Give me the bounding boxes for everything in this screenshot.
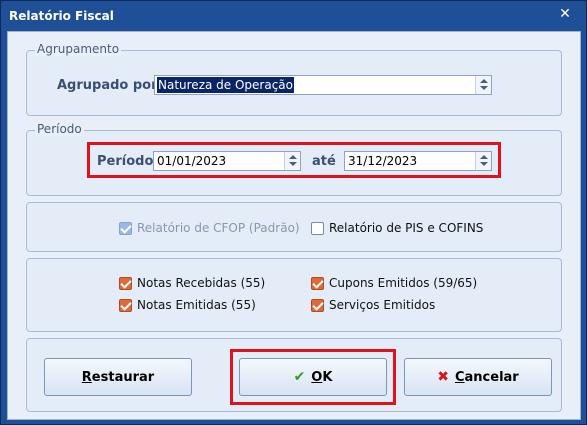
ok-highlight-box <box>230 349 396 405</box>
agrupado-por-label: Agrupado por <box>57 78 158 93</box>
pis-cofins-checkbox[interactable]: Relatório de PIS e COFINS <box>311 221 483 235</box>
agrupado-por-select[interactable]: Natureza de Operação <box>154 75 492 95</box>
spin-down-icon <box>480 86 488 90</box>
cancelar-button[interactable]: ✖ Cancelar <box>404 358 552 396</box>
dialog-body: Agrupamento Agrupado por Natureza de Ope… <box>7 31 581 420</box>
report-window: Relatório Fiscal ✕ Agrupamento Agrupado … <box>0 0 587 425</box>
cfop-checkbox: Relatório de CFOP (Padrão) <box>119 221 300 235</box>
agrupado-por-value: Natureza de Operação <box>157 77 294 93</box>
title-bar: Relatório Fiscal ✕ <box>1 1 586 31</box>
agrupado-por-spinner[interactable] <box>475 76 491 94</box>
restaurar-button[interactable]: Restaurar <box>44 358 192 396</box>
pis-cofins-checkbox-box[interactable] <box>311 221 324 235</box>
restaurar-label: estaurar <box>91 369 155 385</box>
agrupamento-group-label: Agrupamento <box>35 42 122 56</box>
periodo-group-label: Período <box>35 122 84 136</box>
window-title: Relatório Fiscal <box>9 9 114 23</box>
tipo-relatorio-group: Relatório de CFOP (Padrão) Relatório de … <box>26 202 562 252</box>
notas-emitidas-checkbox[interactable]: Notas Emitidas (55) <box>119 298 256 312</box>
cancelar-label: ancelar <box>464 369 519 385</box>
servicos-emitidos-checkbox[interactable]: Serviços Emitidos <box>311 298 435 312</box>
notas-recebidas-checkbox[interactable]: Notas Recebidas (55) <box>119 276 265 290</box>
notas-group: Notas Recebidas (55) Notas Emitidas (55)… <box>26 258 562 332</box>
servicos-emitidos-checkbox-box[interactable] <box>311 298 324 312</box>
notas-recebidas-checkbox-box[interactable] <box>119 276 132 290</box>
cupons-emitidos-checkbox-box[interactable] <box>311 276 324 290</box>
restaurar-mnemonic: R <box>81 369 92 385</box>
close-icon: ✕ <box>559 6 571 22</box>
notas-emitidas-label: Notas Emitidas (55) <box>137 298 256 312</box>
cfop-checkbox-box <box>119 221 132 235</box>
spin-up-icon <box>480 79 488 83</box>
cancelar-mnemonic: C <box>454 369 465 385</box>
periodo-group: Período Período 01/01/2023 até 31/12/202… <box>26 122 562 196</box>
x-icon: ✖ <box>437 369 449 385</box>
servicos-emitidos-label: Serviços Emitidos <box>329 298 436 312</box>
cupons-emitidos-checkbox[interactable]: Cupons Emitidos (59/65) <box>311 276 477 290</box>
pis-cofins-checkbox-label: Relatório de PIS e COFINS <box>329 221 484 235</box>
buttons-group: Restaurar ✔ OK ✖ Cancelar <box>26 338 562 412</box>
cupons-emitidos-label: Cupons Emitidos (59/65) <box>329 276 478 290</box>
notas-emitidas-checkbox-box[interactable] <box>119 298 132 312</box>
close-button[interactable]: ✕ <box>549 1 581 27</box>
periodo-highlight-box <box>87 142 501 178</box>
cfop-checkbox-label: Relatório de CFOP (Padrão) <box>137 221 300 235</box>
agrupamento-group: Agrupamento Agrupado por Natureza de Ope… <box>26 42 562 116</box>
notas-recebidas-label: Notas Recebidas (55) <box>137 276 266 290</box>
